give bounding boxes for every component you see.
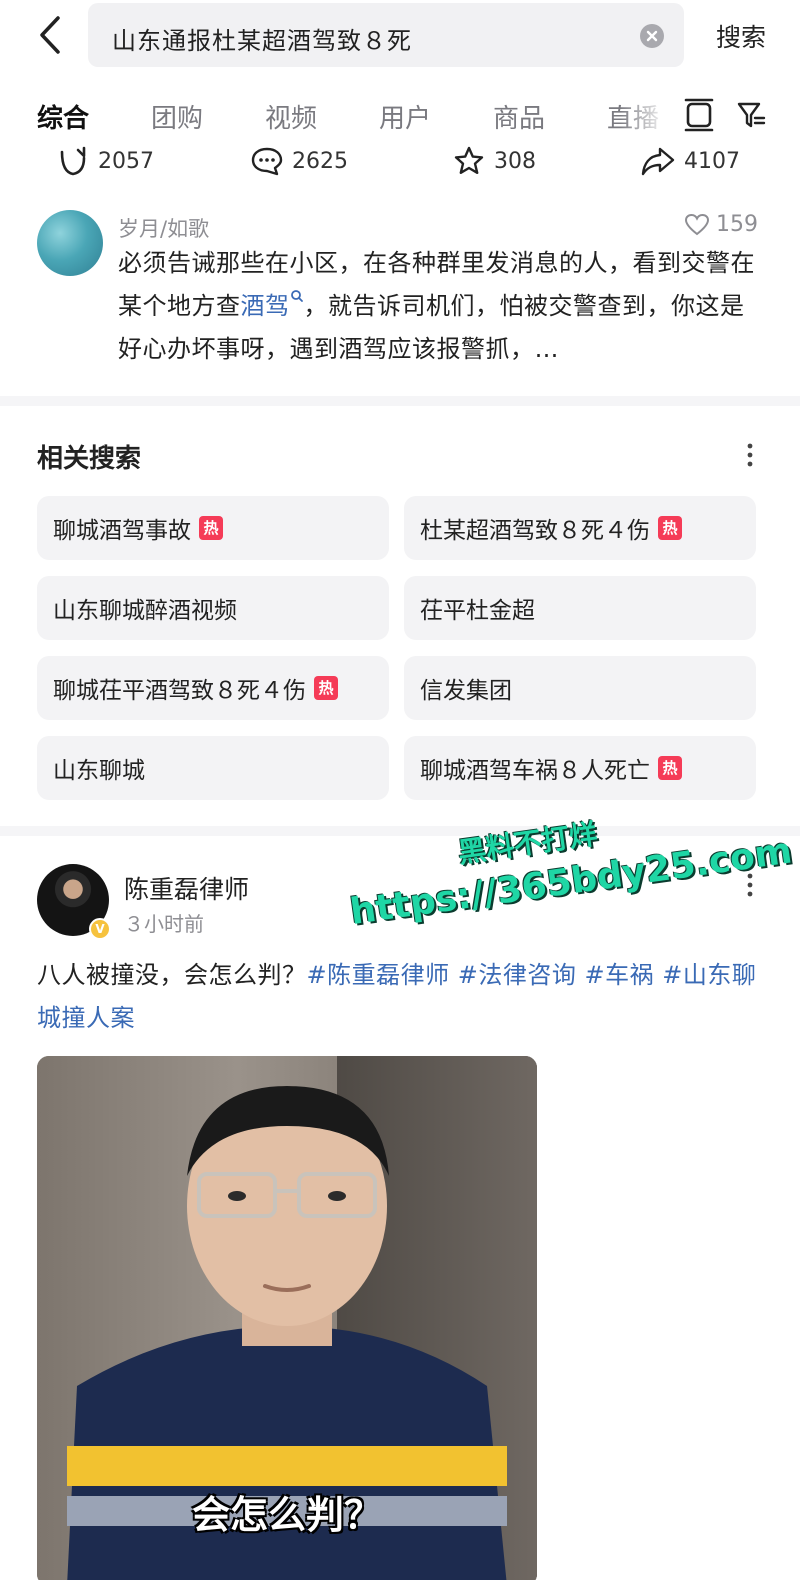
more-vertical-icon: [747, 443, 753, 467]
clear-search-button[interactable]: [640, 24, 664, 48]
comment-like-count: 159: [716, 212, 758, 237]
related-search-chip[interactable]: 山东聊城醉酒视频: [37, 576, 389, 640]
back-button[interactable]: [30, 12, 70, 58]
section-divider: [0, 396, 800, 406]
tab-products[interactable]: 商品: [493, 98, 545, 135]
back-arrow-icon: [40, 16, 60, 54]
hashtag-link[interactable]: #陈重磊律师: [307, 961, 450, 989]
comment-count: 2625: [292, 148, 348, 174]
hashtag-link[interactable]: #法律咨询: [458, 961, 577, 989]
share-arrow-icon: [641, 147, 675, 176]
related-search-label: 聊城酒驾事故: [53, 518, 191, 544]
related-search-chip[interactable]: 山东聊城: [37, 736, 389, 800]
related-search-label: 杜某超酒驾致８死４伤: [420, 518, 650, 544]
tab-fade-overlay: [620, 86, 680, 142]
post-caption: 八人被撞没，会怎么判？#陈重磊律师 #法律咨询 #车祸 #山东聊城撞人案: [37, 954, 763, 1040]
filter-icon: [737, 102, 766, 128]
related-searches-section: 相关搜索 聊城酒驾事故热 杜某超酒驾致８死４伤热 山东聊城醉酒视频 茌平杜金超 …: [0, 410, 800, 830]
related-search-chip[interactable]: 杜某超酒驾致８死４伤热: [404, 496, 756, 560]
related-search-chip[interactable]: 聊城酒驾事故热: [37, 496, 389, 560]
related-search-label: 信发集团: [420, 678, 512, 704]
related-search-label: 聊城茌平酒驾致８死４伤: [53, 678, 306, 704]
related-more-button[interactable]: [740, 440, 760, 470]
hot-badge: 热: [658, 516, 682, 540]
post-time: ３小时前: [124, 912, 204, 936]
comment-avatar[interactable]: [37, 210, 103, 276]
search-icon: [290, 290, 303, 302]
post-stats-bar: 2057 2625 308 4107: [0, 142, 800, 182]
hot-badge: 热: [658, 756, 682, 780]
favorite-stat[interactable]: 308: [452, 144, 536, 178]
comment-bubble-icon: [251, 147, 283, 176]
tab-group-buy[interactable]: 团购: [151, 98, 203, 135]
hot-badge: 热: [199, 516, 223, 540]
video-subtitle: 会怎么判？: [192, 1493, 383, 1537]
video-post: V 陈重磊律师 ３小时前 八人被撞没，会怎么判？#陈重磊律师 #法律咨询 #车祸…: [0, 840, 800, 1580]
repost-icon: [60, 146, 86, 176]
star-icon: [454, 146, 484, 174]
tablet-icon: [684, 98, 714, 132]
share-count: 4107: [684, 148, 740, 174]
post-caption-text: 八人被撞没，会怎么判？: [37, 961, 307, 989]
tab-users[interactable]: 用户: [379, 98, 431, 135]
comment-stat[interactable]: 2625: [250, 144, 348, 178]
comment-author[interactable]: 岁月/如歌: [118, 213, 209, 243]
close-icon: [646, 30, 658, 42]
video-thumbnail[interactable]: 会怎么判？: [37, 1056, 537, 1580]
filter-button[interactable]: [736, 98, 770, 132]
search-input[interactable]: 山东通报杜某超酒驾致８死: [88, 3, 684, 67]
verified-badge-icon: V: [89, 918, 111, 940]
repost-count: 2057: [98, 148, 154, 174]
search-query: 山东通报杜某超酒驾致８死: [112, 27, 412, 55]
repost-stat[interactable]: 2057: [56, 144, 154, 178]
search-button[interactable]: 搜索: [716, 18, 766, 54]
hot-badge: 热: [314, 676, 338, 700]
heart-icon: [684, 213, 710, 235]
favorite-count: 308: [494, 148, 536, 174]
related-search-chip[interactable]: 聊城茌平酒驾致８死４伤热: [37, 656, 389, 720]
comment-like-button[interactable]: 159: [684, 212, 758, 237]
related-search-label: 茌平杜金超: [420, 598, 535, 624]
comment-search-link[interactable]: 酒驾: [240, 290, 304, 320]
layout-toggle-button[interactable]: [684, 98, 718, 132]
tab-comprehensive[interactable]: 综合: [37, 98, 89, 135]
top-bar: 山东通报杜某超酒驾致８死 搜索: [0, 0, 800, 76]
related-search-chip[interactable]: 茌平杜金超: [404, 576, 756, 640]
hashtag-link[interactable]: #车祸: [585, 961, 655, 989]
comment-text: 必须告诫那些在小区，在各种群里发消息的人，看到交警在某个地方查酒驾 ，就告诉司机们…: [118, 242, 768, 371]
related-search-chip[interactable]: 信发集团: [404, 656, 756, 720]
post-author-name[interactable]: 陈重磊律师: [124, 870, 249, 906]
share-stat[interactable]: 4107: [640, 144, 740, 178]
related-search-label: 山东聊城: [53, 758, 145, 784]
category-tabs: 综合 团购 视频 用户 商品 直播: [0, 86, 800, 142]
tab-video[interactable]: 视频: [265, 98, 317, 135]
comment-item[interactable]: 岁月/如歌 159 必须告诫那些在小区，在各种群里发消息的人，看到交警在某个地方…: [0, 200, 800, 390]
comment-link-text: 酒驾: [240, 292, 290, 320]
related-searches-title: 相关搜索: [37, 444, 142, 474]
related-search-label: 山东聊城醉酒视频: [53, 598, 237, 624]
related-search-label: 聊城酒驾车祸８人死亡: [420, 758, 650, 784]
